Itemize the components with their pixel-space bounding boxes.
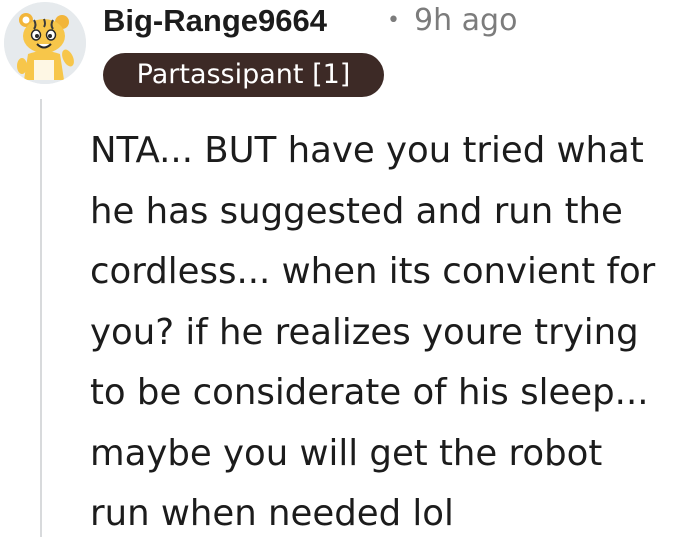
comment: Big-Range9664 • 9h ago Partassipant [1] …: [0, 0, 700, 537]
snoo-avatar-icon: [4, 2, 86, 84]
thread-collapse-line[interactable]: [40, 99, 42, 537]
user-avatar[interactable]: [4, 2, 86, 84]
comment-body: NTA... BUT have you tried what he has su…: [90, 130, 656, 534]
username-link[interactable]: Big-Range9664: [103, 0, 327, 42]
user-flair-badge: Partassipant [1]: [103, 53, 384, 97]
timestamp[interactable]: 9h ago: [414, 0, 517, 42]
meta-separator: •: [387, 8, 400, 33]
